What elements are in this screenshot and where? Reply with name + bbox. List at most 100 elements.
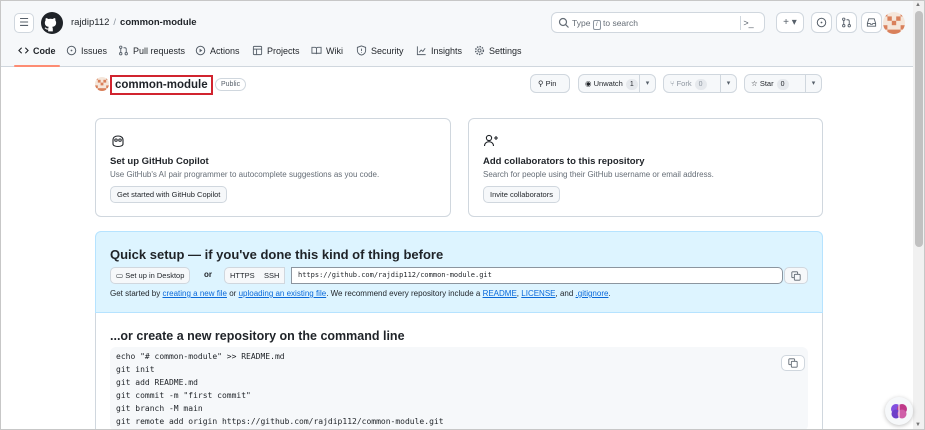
menu-button[interactable]: ☰ — [14, 13, 34, 33]
tab-pull-requests[interactable]: Pull requests — [118, 39, 185, 67]
copy-icon — [788, 358, 798, 368]
fork-label: Fork — [676, 79, 692, 88]
search-placeholder-pre: Type — [572, 18, 591, 28]
code-line: git add README.md — [116, 378, 198, 387]
owner-avatar[interactable] — [95, 77, 109, 91]
breadcrumb-owner[interactable]: rajdip112 — [71, 17, 109, 28]
unwatch-label: Unwatch — [593, 79, 623, 88]
create-new-file-link[interactable]: creating a new file — [162, 289, 226, 298]
help-comma: , — [516, 289, 520, 298]
tab-actions[interactable]: Actions — [195, 39, 240, 67]
setup-in-desktop-label: Set up in Desktop — [125, 271, 185, 280]
scroll-down-arrow-icon[interactable]: ▼ — [915, 422, 921, 428]
help-end: . — [608, 289, 611, 298]
tab-code[interactable]: Code — [14, 39, 59, 67]
issue-icon — [66, 45, 77, 56]
unwatch-button[interactable]: ◉ Unwatch 1 ▾ — [578, 74, 656, 93]
star-count: 0 — [776, 79, 789, 90]
command-palette-icon[interactable]: >_ — [740, 16, 756, 30]
pull-requests-icon[interactable] — [836, 12, 857, 33]
fork-icon: ⑂ — [670, 79, 675, 88]
help-text-2: or — [229, 289, 237, 298]
global-header: ☰ rajdip112/common-module Type / to sear… — [1, 1, 913, 67]
github-logo-icon[interactable] — [41, 12, 63, 34]
play-icon — [195, 45, 206, 56]
star-icon: ☆ — [751, 79, 758, 88]
copilot-get-started-button[interactable]: Get started with GitHub Copilot — [110, 186, 228, 203]
ssh-toggle[interactable]: SSH — [259, 267, 286, 284]
setup-in-desktop-button[interactable]: ▭ Set up in Desktop — [110, 267, 191, 284]
pin-label: Pin — [545, 79, 557, 88]
code-icon — [18, 47, 29, 54]
clone-url-input[interactable]: https://github.com/rajdip112/common-modu… — [291, 267, 783, 284]
copy-url-button[interactable] — [784, 267, 808, 284]
watch-dropdown-icon[interactable]: ▾ — [639, 75, 655, 92]
search-input[interactable]: Type / to search >_ — [551, 12, 765, 33]
tab-issues-label: Issues — [81, 46, 108, 56]
copilot-icon — [112, 135, 124, 148]
fork-dropdown-icon[interactable]: ▾ — [720, 75, 736, 92]
breadcrumb: rajdip112 /common-module — [71, 17, 197, 28]
repo-nav-tabs: Code Issues Pull requests Actions Projec… — [1, 39, 913, 67]
code-line: git commit -m "first commit" — [116, 391, 251, 400]
tab-issues[interactable]: Issues — [66, 39, 107, 67]
search-placeholder-post: to search — [603, 18, 638, 28]
copilot-card-title: Set up GitHub Copilot — [110, 156, 209, 167]
watch-count: 1 — [625, 79, 638, 90]
user-avatar[interactable] — [883, 12, 905, 34]
browser-viewport: ☰ rajdip112/common-module Type / to sear… — [0, 0, 925, 430]
tab-projects-label: Projects — [267, 46, 300, 56]
collaborators-card-description: Search for people using their GitHub use… — [483, 170, 714, 179]
scroll-up-arrow-icon[interactable]: ▲ — [915, 2, 921, 8]
help-and: , and — [555, 289, 574, 298]
code-line: git remote add origin https://github.com… — [116, 417, 444, 426]
repo-title[interactable]: common-module — [110, 75, 213, 95]
pin-icon: ⚲ — [538, 79, 544, 88]
tab-security-label: Security — [371, 46, 404, 56]
copy-commands-button[interactable] — [781, 355, 805, 371]
invite-collaborators-button[interactable]: Invite collaborators — [483, 186, 560, 203]
search-icon — [558, 17, 569, 28]
command-line-title: ...or create a new repository on the com… — [110, 329, 405, 343]
upload-existing-file-link[interactable]: uploading an existing file — [239, 289, 327, 298]
shield-icon — [356, 45, 367, 56]
license-link[interactable]: LICENSE — [521, 289, 555, 298]
breadcrumb-repo[interactable]: common-module — [120, 17, 197, 28]
search-shortcut-key: / — [592, 20, 601, 30]
tab-code-label: Code — [33, 46, 56, 56]
star-dropdown-icon[interactable]: ▾ — [805, 75, 821, 92]
star-button[interactable]: ☆ Star 0 ▾ — [744, 74, 822, 93]
collaborators-card-title: Add collaborators to this repository — [483, 156, 645, 167]
tab-settings-label: Settings — [489, 46, 522, 56]
fork-button[interactable]: ⑂ Fork 0 ▾ — [663, 74, 737, 93]
gear-icon — [474, 45, 485, 56]
collaborators-card: Add collaborators to this repository Sea… — [468, 118, 823, 217]
code-line: echo "# common-module" >> README.md — [116, 352, 285, 361]
create-new-button[interactable]: + ▾ — [776, 12, 804, 33]
command-code-block: echo "# common-module" >> README.md git … — [110, 347, 808, 429]
floating-assistant-button[interactable] — [885, 397, 913, 425]
tab-projects[interactable]: Projects — [252, 39, 300, 67]
copilot-card: Set up GitHub Copilot Use GitHub's AI pa… — [95, 118, 451, 217]
inbox-icon[interactable] — [861, 12, 882, 33]
tab-security[interactable]: Security — [356, 39, 404, 67]
table-icon — [252, 45, 263, 56]
https-toggle[interactable]: HTTPS — [224, 267, 261, 284]
issues-icon[interactable] — [811, 12, 832, 33]
tab-actions-label: Actions — [210, 46, 240, 56]
person-add-icon — [483, 134, 498, 147]
graph-icon — [416, 46, 426, 56]
tab-insights[interactable]: Insights — [416, 39, 462, 67]
pull-request-icon — [119, 45, 128, 56]
star-label: Star — [759, 79, 774, 88]
tab-wiki-label: Wiki — [326, 46, 343, 56]
command-line-section: ...or create a new repository on the com… — [95, 313, 823, 429]
tab-wiki[interactable]: Wiki — [311, 39, 343, 67]
pin-button[interactable]: ⚲ Pin — [530, 74, 570, 93]
readme-link[interactable]: README — [483, 289, 517, 298]
gitignore-link[interactable]: .gitignore — [576, 289, 609, 298]
scrollbar-thumb[interactable] — [915, 11, 923, 247]
quick-setup-title: Quick setup — if you've done this kind o… — [110, 247, 444, 262]
copy-icon — [791, 271, 801, 281]
tab-settings[interactable]: Settings — [474, 39, 522, 67]
